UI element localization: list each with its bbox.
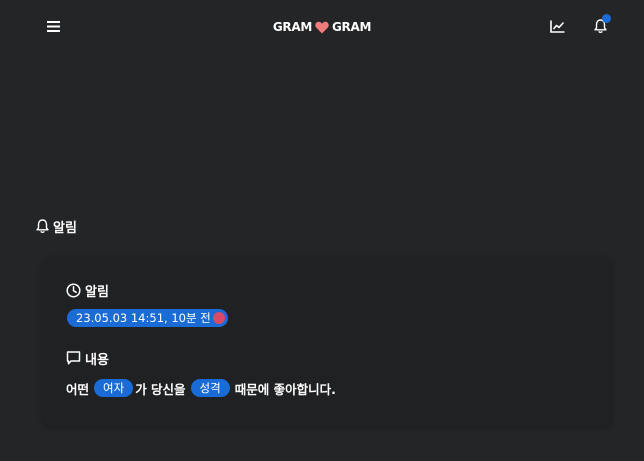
content-label: 내용	[66, 349, 109, 368]
stats-button[interactable]	[548, 17, 566, 35]
reason-tag: 성격	[190, 379, 230, 397]
page-title-text: 알림	[53, 220, 77, 236]
message-content: 어떤 여자 가 당신을 성격 때문에 좋아합니다.	[66, 377, 336, 399]
brand-right-text: GRAM	[332, 20, 372, 34]
top-bar: GRAM GRAM	[0, 0, 644, 52]
content-text-1: 어떤	[66, 381, 90, 397]
message-icon	[66, 351, 81, 365]
timestamp-text: 23.05.03 14:51, 10분 전	[76, 311, 211, 325]
notification-card: 알림 23.05.03 14:51, 10분 전 내용 어떤 여자 가 당신을 …	[42, 256, 612, 426]
notifications-button[interactable]	[591, 14, 611, 35]
notification-badge	[602, 14, 611, 23]
page-title: 알림	[36, 216, 77, 236]
chart-icon	[549, 20, 565, 33]
time-label-text: 알림	[85, 284, 109, 300]
content-text-2: 가 당신을	[135, 381, 186, 397]
time-label: 알림	[66, 281, 109, 300]
heart-icon	[315, 21, 329, 34]
unread-indicator	[212, 312, 225, 324]
gender-tag: 여자	[94, 379, 134, 397]
timestamp-badge: 23.05.03 14:51, 10분 전	[67, 309, 228, 327]
bell-outline-icon	[36, 219, 49, 233]
content-text-3: 때문에 좋아합니다.	[234, 381, 336, 397]
content-label-text: 내용	[85, 352, 109, 368]
clock-icon	[66, 282, 81, 298]
brand-left-text: GRAM	[272, 20, 312, 34]
